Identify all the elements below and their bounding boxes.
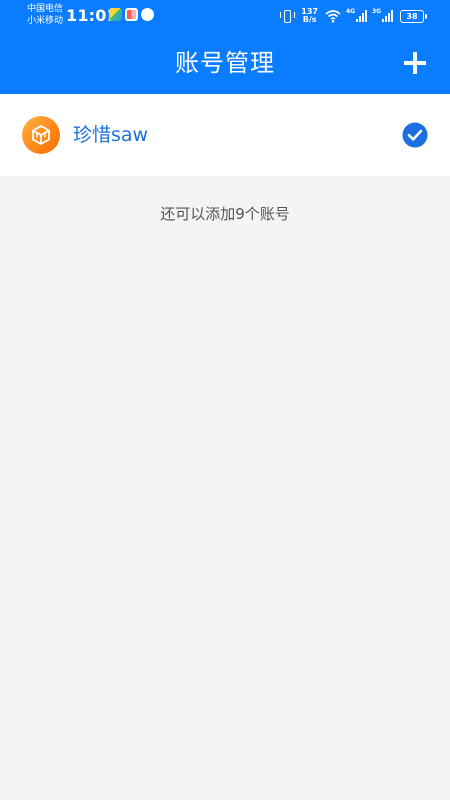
gallery-notification-icon [109, 8, 122, 21]
carrier-1: 中国电信 [27, 4, 64, 14]
battery-icon: 38 [400, 9, 427, 23]
network-speed-unit: B/s [302, 15, 317, 24]
notification-icons [109, 8, 154, 21]
remaining-accounts-hint: 还可以添加9个账号 [160, 205, 290, 223]
battery-level: 38 [406, 11, 418, 21]
wifi-icon [325, 10, 341, 23]
selected-check-icon [402, 122, 428, 148]
cellular-signal-2: 3G [372, 8, 393, 22]
signal-bars-2-icon [382, 10, 393, 22]
carrier-info: 中国电信 小米移动 [27, 3, 63, 27]
carrier-2: 小米移动 [27, 16, 64, 26]
network-speed: 137 B/s [301, 8, 318, 24]
cellular-signal-1: 4G [346, 8, 367, 22]
app-header: 中国电信 小米移动 11:01 137 B/s 4G 3G 38 账号管理 [0, 0, 450, 94]
cube-logo-icon [32, 125, 50, 145]
status-bar: 中国电信 小米移动 11:01 137 B/s 4G 3G 38 [0, 0, 450, 32]
status-indicators: 137 B/s 4G 3G 38 [280, 5, 427, 27]
account-name: 珍惜saw [73, 124, 149, 146]
reader-notification-icon [125, 8, 138, 21]
page-title: 账号管理 [175, 49, 275, 77]
signal-1-tag: 4G [346, 8, 356, 15]
message-notification-icon [141, 8, 154, 21]
account-list-item[interactable]: 珍惜saw [0, 94, 450, 176]
add-account-button[interactable] [404, 52, 426, 74]
avatar [22, 116, 60, 154]
vibrate-icon [280, 9, 296, 23]
signal-bars-1-icon [356, 10, 367, 22]
signal-2-tag: 3G [372, 8, 382, 15]
